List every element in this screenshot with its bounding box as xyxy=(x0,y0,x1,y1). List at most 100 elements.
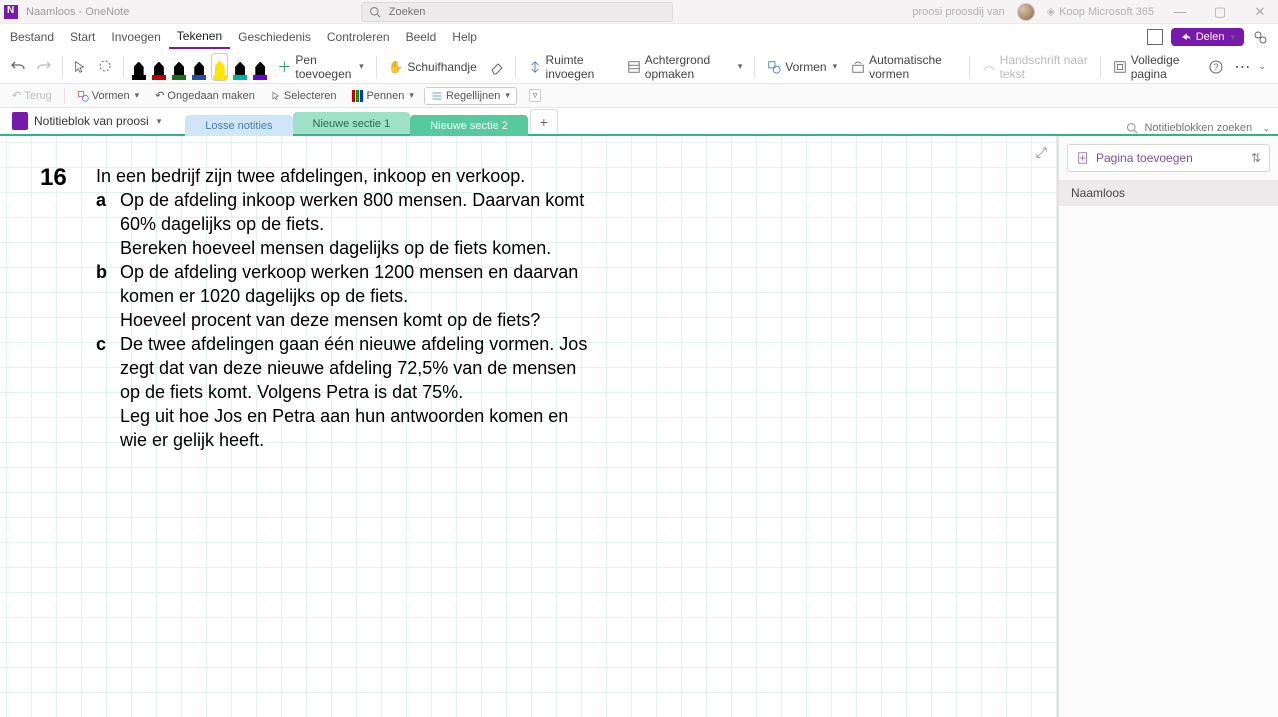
global-search[interactable] xyxy=(361,2,673,22)
eraser-button[interactable] xyxy=(485,55,509,79)
qat-back: ↶Terug xyxy=(6,87,58,104)
search-input[interactable] xyxy=(389,6,666,18)
pen-teal[interactable] xyxy=(233,54,247,80)
app-icon xyxy=(4,5,18,19)
canvas-wrap: ⤢ 16 In een bedrijf zijn twee afdelingen… xyxy=(0,136,1058,717)
search-icon xyxy=(1126,122,1138,134)
item-body: De twee afdelingen gaan één nieuwe afdel… xyxy=(120,332,600,452)
ink-to-text-button: Handschrift naar tekst xyxy=(976,49,1094,85)
collapse-ribbon-button[interactable]: ⌄ xyxy=(1258,61,1266,72)
section-bar: Notitieblok van proosi ▾ Losse notities … xyxy=(0,108,1278,136)
cursor-icon xyxy=(271,90,281,102)
quick-access-toolbar: ↶Terug Vormen▾ ↶Ongedaan maken Selectere… xyxy=(0,84,1278,108)
item-letter: c xyxy=(96,332,106,356)
menubar: Bestand Start Invoegen Tekenen Geschiede… xyxy=(0,24,1278,50)
tab-controleren[interactable]: Controleren xyxy=(319,26,398,48)
pen-highlighter-yellow[interactable] xyxy=(212,54,227,80)
more-button[interactable]: ⋯ xyxy=(1230,53,1256,81)
add-pen-button[interactable]: ＋ Pen toevoegen▾ xyxy=(271,49,369,85)
notebook-selector[interactable]: Notitieblok van proosi ▾ xyxy=(4,108,169,134)
lines-icon xyxy=(431,90,443,102)
chevron-down-icon: ▾ xyxy=(505,90,510,101)
close-button[interactable]: ✕ xyxy=(1246,4,1274,20)
qat-select[interactable]: Selecteren xyxy=(265,88,343,104)
tab-bestand[interactable]: Bestand xyxy=(2,26,62,48)
item-letter: b xyxy=(96,260,107,284)
auto-shapes-button[interactable]: Automatische vormen xyxy=(845,49,963,85)
search-icon xyxy=(368,4,383,20)
chevron-down-icon: ▾ xyxy=(1230,32,1235,43)
cursor-tool[interactable] xyxy=(69,55,91,79)
qat-overflow[interactable]: ▿ xyxy=(521,87,548,104)
window-title: Naamloos - OneNote xyxy=(26,6,129,18)
redo-button[interactable] xyxy=(32,55,56,79)
section-tab-losse-notities[interactable]: Losse notities xyxy=(185,115,292,136)
ink-to-text-icon xyxy=(982,60,996,74)
qat-pens[interactable]: Pennen▾ xyxy=(346,88,419,104)
shapes-icon xyxy=(77,90,89,102)
page-item[interactable]: Naamloos xyxy=(1059,180,1278,206)
full-page-icon xyxy=(1113,60,1127,74)
insert-space-button[interactable]: Ruimte invoegen xyxy=(522,49,619,85)
chevron-down-icon: ▾ xyxy=(157,116,162,127)
chevron-down-icon: ▾ xyxy=(738,61,743,72)
note-canvas[interactable]: ⤢ 16 In een bedrijf zijn twee afdelingen… xyxy=(0,136,1057,717)
chevron-down-icon[interactable]: ⌄ xyxy=(1262,123,1270,134)
buy-ms365-button[interactable]: ◈ Koop Microsoft 365 xyxy=(1047,5,1154,18)
maximize-button[interactable]: ▢ xyxy=(1206,4,1234,20)
tab-invoegen[interactable]: Invoegen xyxy=(103,26,168,48)
pen-purple[interactable] xyxy=(253,54,267,80)
full-page-button[interactable]: Volledige pagina xyxy=(1107,49,1203,85)
shapes-button[interactable]: Vormen▾ xyxy=(761,56,843,78)
tab-help[interactable]: Help xyxy=(444,26,485,48)
qat-undo[interactable]: ↶Ongedaan maken xyxy=(149,87,261,104)
feedback-button[interactable] xyxy=(1244,26,1276,48)
pen-blue[interactable] xyxy=(192,54,206,80)
titlebar: Naamloos - OneNote proosi proosdij van ◈… xyxy=(0,0,1278,24)
slide-handle-button[interactable]: ✋ Schuifhandje xyxy=(382,56,482,78)
notebook-search-input[interactable] xyxy=(1144,122,1254,134)
notebook-icon xyxy=(12,112,28,130)
tab-beeld[interactable]: Beeld xyxy=(398,26,445,48)
hand-icon: ✋ xyxy=(388,60,403,74)
section-tab-nieuwe-sectie-1[interactable]: Nieuwe sectie 1 xyxy=(293,112,411,134)
sort-icon[interactable]: ⇅ xyxy=(1251,151,1261,165)
auto-shapes-icon xyxy=(851,60,865,74)
expand-icon[interactable]: ⤢ xyxy=(1036,144,1047,161)
note-content[interactable]: 16 In een bedrijf zijn twee afdelingen, … xyxy=(40,164,600,452)
pen-red[interactable] xyxy=(152,54,166,80)
send-to-onenote-button[interactable] xyxy=(1139,26,1171,48)
diamond-icon: ◈ xyxy=(1047,5,1055,18)
help-button[interactable]: ? xyxy=(1204,55,1228,79)
share-icon xyxy=(1180,31,1192,43)
format-background-button[interactable]: Achtergrond opmaken▾ xyxy=(621,49,749,85)
tab-geschiedenis[interactable]: Geschiedenis xyxy=(230,26,319,48)
share-button[interactable]: Delen ▾ xyxy=(1171,28,1244,46)
question-item-c: c De twee afdelingen gaan één nieuwe afd… xyxy=(96,332,600,452)
lasso-tool[interactable] xyxy=(93,55,117,79)
chevron-down-icon: ▾ xyxy=(409,90,414,101)
pen-black[interactable] xyxy=(132,54,146,80)
add-section-button[interactable]: + xyxy=(530,109,558,134)
section-tab-nieuwe-sectie-2[interactable]: Nieuwe sectie 2 xyxy=(410,115,528,136)
back-icon: ↶ xyxy=(12,89,21,102)
tab-tekenen[interactable]: Tekenen xyxy=(169,25,230,49)
ribbon: ＋ Pen toevoegen▾ ✋ Schuifhandje Ruimte i… xyxy=(0,50,1278,84)
avatar[interactable] xyxy=(1017,3,1035,21)
undo-button[interactable] xyxy=(6,55,30,79)
qat-shapes[interactable]: Vormen▾ xyxy=(71,88,145,104)
chevron-down-icon: ▾ xyxy=(833,61,838,72)
qat-rule-lines[interactable]: Regellijnen▾ xyxy=(424,87,517,105)
undo-icon: ↶ xyxy=(155,89,164,102)
add-page-button[interactable]: Pagina toevoegen ⇅ xyxy=(1067,144,1270,172)
chevron-down-icon: ▾ xyxy=(135,90,140,101)
username-label: proosi proosdij van xyxy=(912,6,1004,18)
add-page-icon xyxy=(1076,151,1090,165)
minimize-button[interactable]: — xyxy=(1166,4,1194,19)
svg-text:?: ? xyxy=(1214,62,1219,72)
tab-start[interactable]: Start xyxy=(62,26,103,48)
pen-green[interactable] xyxy=(172,54,186,80)
question-item-a: a Op de afdeling inkoop werken 800 mense… xyxy=(96,188,600,260)
shapes-icon xyxy=(767,60,781,74)
page-pane: Pagina toevoegen ⇅ Naamloos xyxy=(1058,136,1278,717)
